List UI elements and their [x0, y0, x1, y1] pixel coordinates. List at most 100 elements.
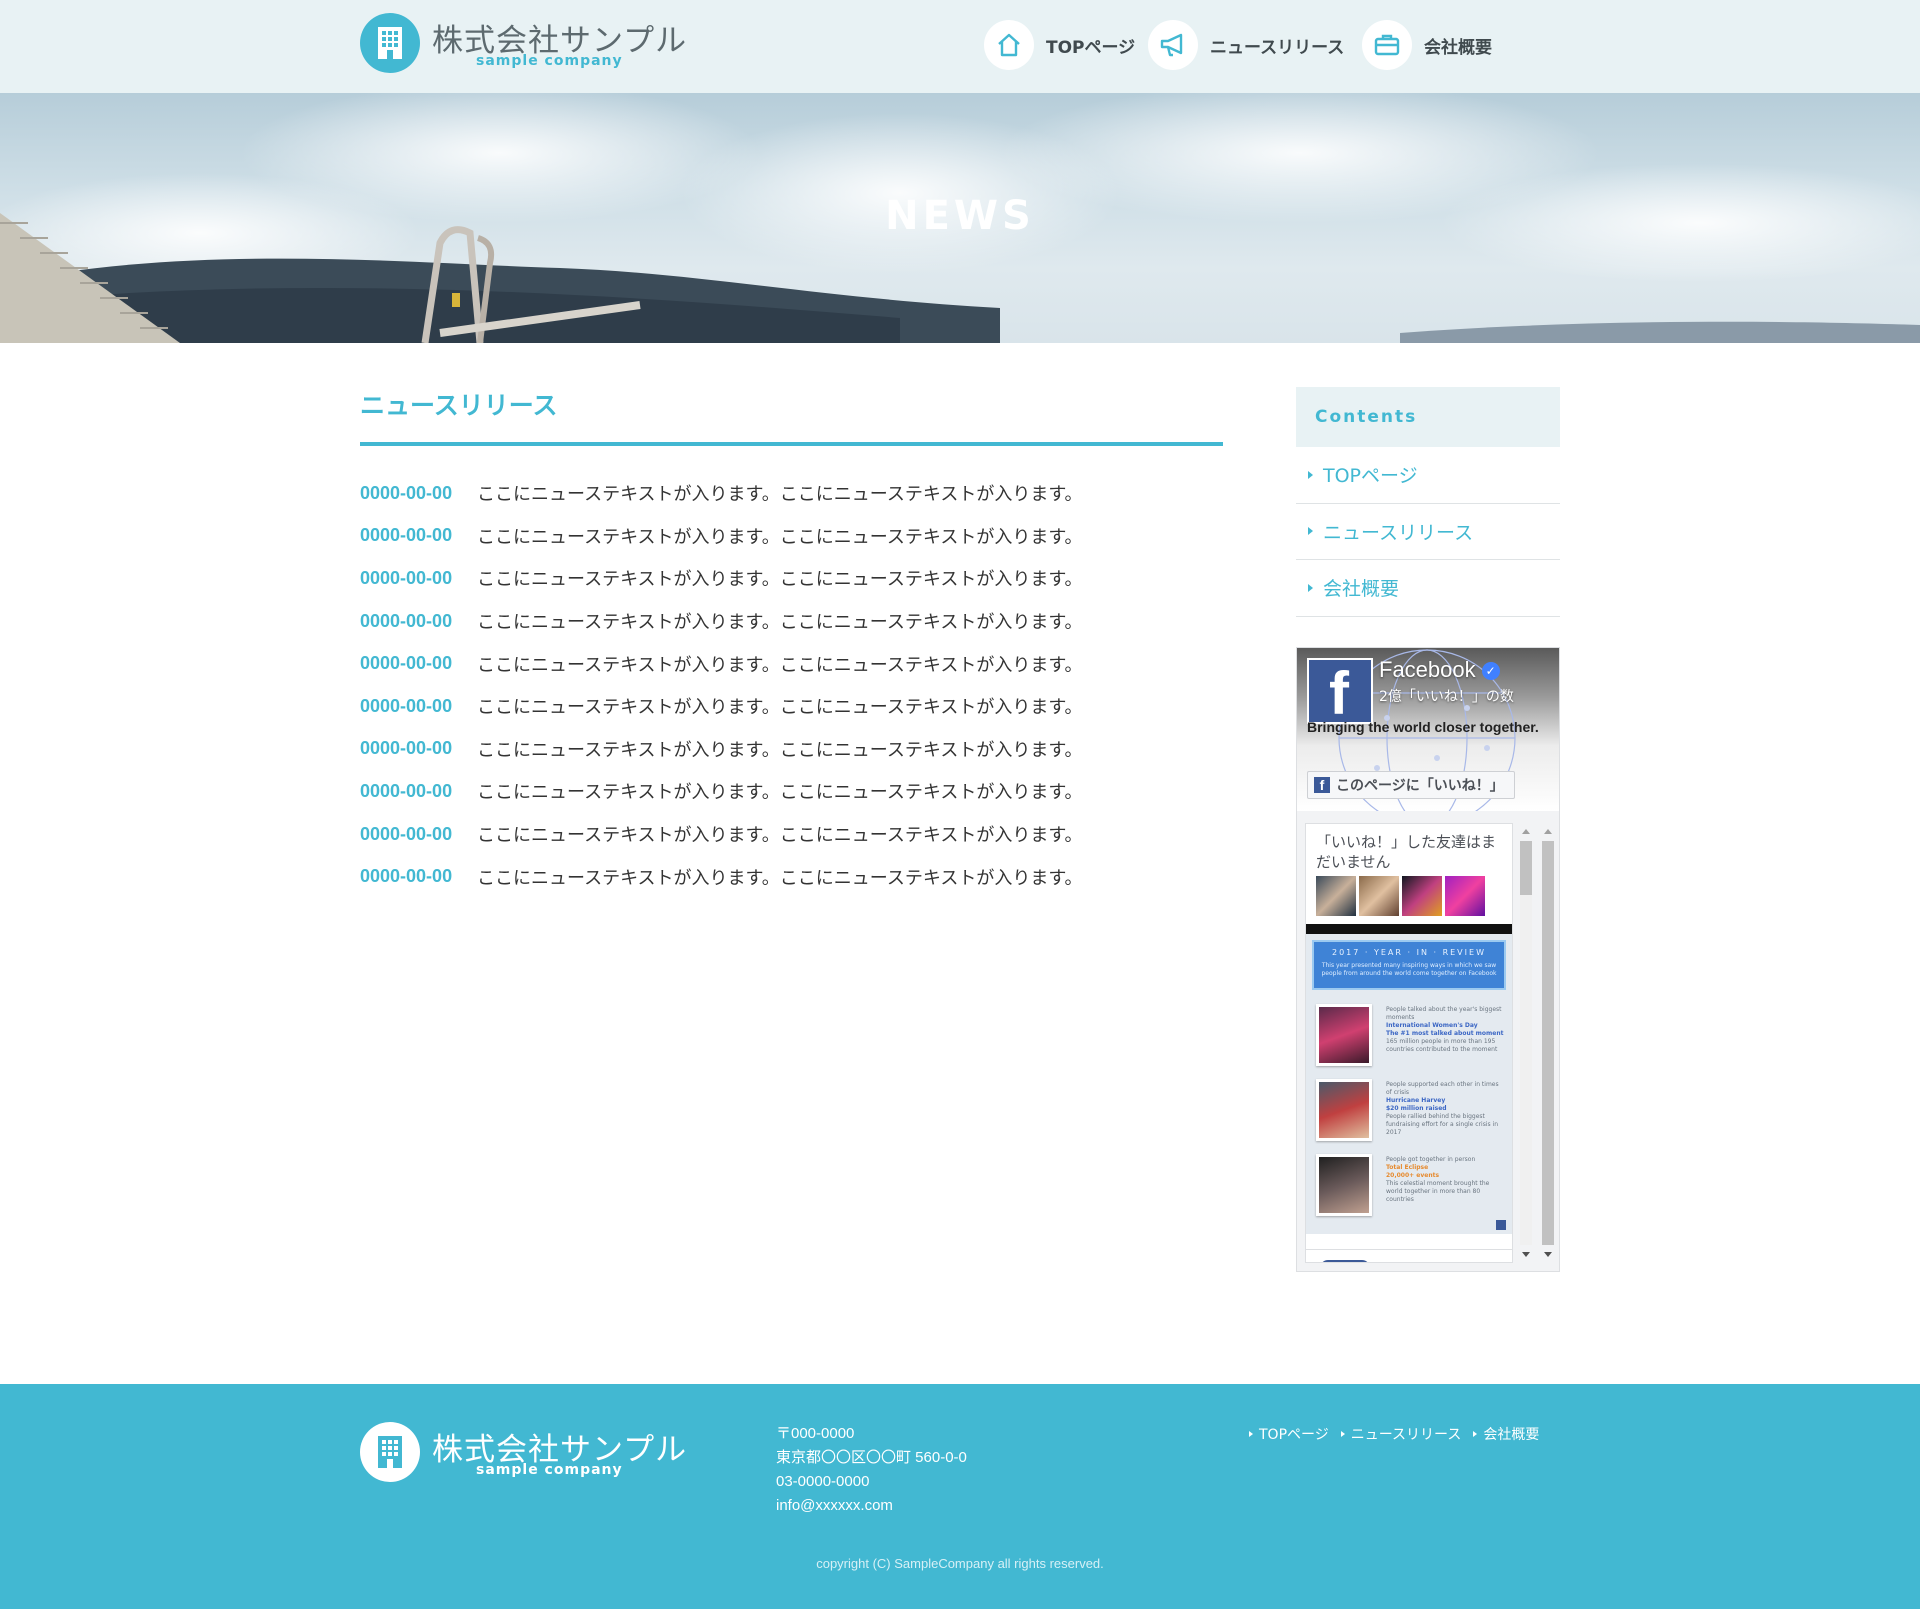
triangle-right-icon	[1249, 1431, 1253, 1437]
news-item[interactable]: 0000-00-00 ここにニューステキストが入ります。ここにニューステキストが入…	[360, 472, 1220, 515]
footer-nav-top[interactable]: TOPページ	[1249, 1424, 1329, 1444]
news-text: ここにニューステキストが入ります。ここにニューステキストが入ります。	[477, 569, 1083, 591]
hero-title: NEWS	[885, 193, 1035, 239]
sidebar-item-company[interactable]: 会社概要	[1296, 560, 1560, 617]
news-text: ここにニューステキストが入ります。ここにニューステキストが入ります。	[477, 697, 1083, 719]
sidebar-item-label: 会社概要	[1323, 578, 1400, 601]
news-date: 0000-00-00	[360, 567, 453, 588]
triangle-right-icon	[1308, 583, 1313, 592]
facebook-friends-text: 「いいね！」した友達はまだいません	[1316, 833, 1497, 871]
sidebar-heading: Contents	[1296, 387, 1560, 447]
footer-nav: TOPページ ニュースリリース 会社概要	[1249, 1424, 1551, 1444]
news-item[interactable]: 0000-00-00 ここにニューステキストが入ります。ここにニューステキストが入…	[360, 600, 1220, 643]
site-header: 株式会社サンプル sample company TOPページ ニュースリリース …	[0, 0, 1920, 93]
nav-item-top[interactable]: TOPページ	[984, 20, 1135, 70]
post-photo	[1316, 1004, 1372, 1066]
news-item[interactable]: 0000-00-00 ここにニューステキストが入ります。ここにニューステキストが入…	[360, 813, 1220, 856]
footer-postal: 〒000-0000	[776, 1425, 855, 1442]
post-banner-title: 2017 · YEAR · IN · REVIEW	[1332, 948, 1486, 957]
news-item[interactable]: 0000-00-00 ここにニューステキストが入ります。ここにニューステキストが入…	[360, 855, 1220, 898]
news-item[interactable]: 0000-00-00 ここにニューステキストが入ります。ここにニューステキストが入…	[360, 728, 1220, 771]
facebook-page-name[interactable]: Facebook ✓	[1379, 657, 1500, 683]
footer-nav-news[interactable]: ニュースリリース	[1340, 1424, 1462, 1444]
post-row: People talked about the year's biggest m…	[1316, 1004, 1504, 1068]
news-item[interactable]: 0000-00-00 ここにニューステキストが入ります。ここにニューステキストが入…	[360, 770, 1220, 813]
facebook-logo[interactable]: f	[1307, 658, 1373, 724]
facebook-friend-avatars	[1316, 876, 1488, 916]
footer-phone: 03-0000-0000	[776, 1473, 870, 1490]
footer-logo[interactable]: 株式会社サンプル sample company	[360, 1422, 686, 1482]
footer-nav-company[interactable]: 会社概要	[1473, 1424, 1539, 1444]
news-text: ここにニューステキストが入ります。ここにニューステキストが入ります。	[477, 825, 1083, 847]
news-item[interactable]: 0000-00-00 ここにニューステキストが入ります。ここにニューステキストが入…	[360, 557, 1220, 600]
facebook-like-button[interactable]: f このページに「いいね！」	[1307, 771, 1515, 799]
facebook-like-label: このページに「いいね！」	[1336, 778, 1504, 794]
news-text: ここにニューステキストが入ります。ここにニューステキストが入ります。	[477, 867, 1083, 889]
facebook-feed[interactable]: 「いいね！」した友達はまだいません 2017 · YEAR · IN · REV…	[1305, 823, 1513, 1263]
news-text: ここにニューステキストが入ります。ここにニューステキストが入ります。	[477, 739, 1083, 761]
facebook-like-count: 2億「いいね！」の数	[1379, 689, 1514, 705]
facebook-tagline: Bringing the world closer together.	[1307, 719, 1539, 735]
sidebar-item-label: TOPページ	[1323, 465, 1418, 488]
news-date: 0000-00-00	[360, 525, 453, 546]
widget-scrollbar[interactable]	[1539, 823, 1557, 1263]
sidebar-item-label: ニュースリリース	[1323, 521, 1474, 544]
facebook-post[interactable]: 2017 · YEAR · IN · REVIEW This year pres…	[1306, 924, 1512, 1234]
logo-company-name-en: sample company	[476, 1462, 623, 1478]
news-item[interactable]: 0000-00-00 ここにニューステキストが入ります。ここにニューステキストが入…	[360, 685, 1220, 728]
avatar[interactable]	[1359, 876, 1399, 916]
triangle-right-icon	[1473, 1431, 1478, 1437]
building-icon	[360, 13, 420, 73]
news-date: 0000-00-00	[360, 738, 453, 759]
sidebar-item-news[interactable]: ニュースリリース	[1296, 504, 1560, 560]
sidebar-menu: TOPページ ニュースリリース 会社概要	[1296, 447, 1560, 617]
site-logo[interactable]: 株式会社サンプル sample company	[360, 13, 686, 73]
facebook-icon	[1486, 1262, 1508, 1263]
footer-nav-label: TOPページ	[1259, 1427, 1329, 1443]
footer-email[interactable]: info@xxxxxx.com	[776, 1494, 967, 1518]
news-date: 0000-00-00	[360, 866, 453, 887]
post-photo	[1316, 1154, 1372, 1216]
news-date: 0000-00-00	[360, 482, 453, 503]
news-item[interactable]: 0000-00-00 ここにニューステキストが入ります。ここにニューステキストが入…	[360, 515, 1220, 558]
triangle-right-icon	[1308, 470, 1313, 479]
site-footer: 株式会社サンプル sample company 〒000-0000 東京都〇〇区…	[0, 1384, 1920, 1609]
news-date: 0000-00-00	[360, 653, 453, 674]
feed-scrollbar[interactable]	[1517, 823, 1535, 1263]
news-item[interactable]: 0000-00-00 ここにニューステキストが入ります。ここにニューステキストが入…	[360, 642, 1220, 685]
news-date: 0000-00-00	[360, 695, 453, 716]
hero-banner: NEWS	[0, 93, 1920, 343]
avatar[interactable]	[1402, 876, 1442, 916]
nav-item-news[interactable]: ニュースリリース	[1148, 20, 1344, 70]
news-text: ここにニューステキストが入ります。ここにニューステキストが入ります。	[477, 654, 1083, 676]
scroll-up-icon[interactable]	[1544, 829, 1552, 834]
facebook-next-post	[1306, 1249, 1512, 1263]
scroll-up-icon[interactable]	[1522, 829, 1530, 834]
post-row: People supported each other in times of …	[1316, 1079, 1504, 1143]
nav-item-label: ニュースリリース	[1210, 37, 1345, 58]
news-list: 0000-00-00 ここにニューステキストが入ります。ここにニューステキストが入…	[360, 472, 1220, 898]
avatar[interactable]	[1445, 876, 1485, 916]
scroll-down-icon[interactable]	[1522, 1252, 1530, 1257]
briefcase-icon	[1362, 20, 1412, 70]
scrollbar-thumb[interactable]	[1542, 841, 1554, 1245]
facebook-cover: f Facebook ✓ 2億「いいね！」の数 Bringing the worl…	[1297, 648, 1559, 811]
megaphone-icon	[1148, 20, 1198, 70]
sidebar-heading-label: Contents	[1315, 407, 1418, 427]
avatar[interactable]	[1316, 876, 1356, 916]
scroll-down-icon[interactable]	[1544, 1252, 1552, 1257]
nav-item-company[interactable]: 会社概要	[1362, 20, 1492, 70]
page-title: ニュースリリース	[360, 391, 558, 420]
news-date: 0000-00-00	[360, 610, 453, 631]
post-banner: 2017 · YEAR · IN · REVIEW This year pres…	[1312, 940, 1506, 990]
scrollbar-thumb[interactable]	[1520, 841, 1532, 895]
footer-nav-label: 会社概要	[1483, 1427, 1540, 1443]
facebook-icon	[1496, 1220, 1506, 1230]
footer-nav-label: ニュースリリース	[1350, 1427, 1462, 1443]
news-date: 0000-00-00	[360, 823, 453, 844]
news-text: ここにニューステキストが入ります。ここにニューステキストが入ります。	[477, 782, 1083, 804]
sidebar-item-top[interactable]: TOPページ	[1296, 447, 1560, 504]
verified-badge-icon: ✓	[1481, 662, 1500, 680]
heading-divider	[360, 442, 1223, 446]
facebook-logo	[1320, 1260, 1370, 1262]
